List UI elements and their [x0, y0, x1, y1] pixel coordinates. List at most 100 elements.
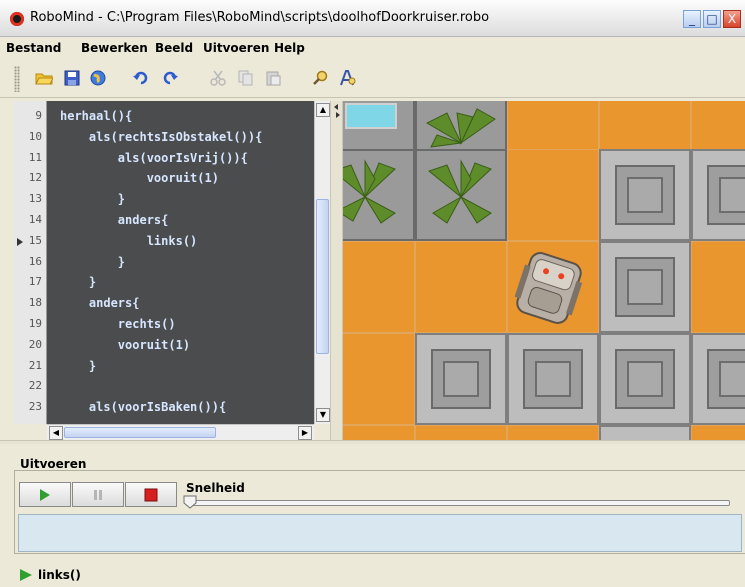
obstacle-tile	[599, 333, 691, 425]
obstacle-tile	[415, 333, 507, 425]
window-title: RoboMind - C:\Program Files\RoboMind\scr…	[30, 10, 490, 25]
floor-tile	[343, 333, 415, 425]
menu-bar: Bestand Bewerken Beeld Uitvoeren Help	[0, 37, 745, 60]
play-icon	[20, 569, 32, 581]
vertical-splitter[interactable]	[330, 101, 343, 440]
obstacle-tile	[599, 425, 691, 440]
obstacle-tile	[599, 149, 691, 241]
line-number: 14	[28, 213, 42, 226]
line-number: 23	[28, 400, 42, 414]
obstacle-tile	[507, 333, 599, 425]
line-number: 22	[28, 379, 42, 393]
pause-button[interactable]	[72, 482, 124, 507]
code-line[interactable]: }	[60, 359, 96, 373]
code-line[interactable]: links()	[60, 234, 198, 248]
stop-icon	[144, 488, 158, 501]
line-number: 19	[28, 317, 42, 330]
open-folder-icon[interactable]	[34, 67, 54, 89]
plant-tile	[415, 149, 507, 241]
code-line[interactable]: als(rechtsIsObstakel()){	[60, 130, 262, 144]
splitter-arrows-icon[interactable]	[332, 103, 342, 119]
speed-slider-thumb[interactable]	[183, 495, 197, 509]
redo-icon[interactable]	[160, 67, 180, 89]
code-line[interactable]: anders{	[60, 296, 140, 310]
line-number: 20	[28, 337, 42, 351]
find-icon[interactable]	[310, 67, 330, 89]
code-line[interactable]: vooruit(1)	[60, 171, 219, 185]
line-number: 21	[28, 358, 42, 372]
editor-horizontal-scrollbar[interactable]: ◀ ▶	[47, 424, 314, 441]
code-line[interactable]: }	[60, 255, 125, 269]
toolbar-grip[interactable]	[14, 66, 20, 92]
code-line[interactable]: als(voorIsVrij()){	[60, 151, 248, 165]
output-area	[18, 514, 742, 552]
code-line[interactable]: als(voorIsBaken()){	[60, 400, 226, 414]
code-editor[interactable]: 9 herhaal(){ 10 als(rechtsIsObstakel()){ 11…	[14, 101, 314, 424]
save-icon[interactable]	[62, 67, 82, 89]
menu-bestand[interactable]: Bestand	[6, 41, 61, 55]
floor-tile	[343, 241, 415, 333]
line-number: 10	[28, 129, 42, 143]
stop-button[interactable]	[125, 482, 177, 507]
floor-tile	[691, 241, 745, 333]
robot-icon	[515, 252, 583, 324]
editor-vertical-scrollbar[interactable]: ▲ ▼	[314, 101, 331, 424]
scroll-left-button[interactable]: ◀	[49, 426, 63, 440]
vertical-scroll-thumb[interactable]	[316, 199, 329, 354]
play-icon	[40, 488, 50, 501]
code-line[interactable]: rechts()	[60, 317, 176, 331]
obstacle-tile	[599, 241, 691, 333]
line-number: 9	[35, 109, 42, 122]
menu-help[interactable]: Help	[274, 41, 305, 55]
line-number: 18	[28, 296, 42, 310]
status-text: links()	[38, 568, 81, 582]
line-number: 16	[28, 254, 42, 268]
cut-icon[interactable]	[208, 67, 228, 89]
code-line[interactable]: }	[60, 275, 96, 289]
horizontal-scroll-thumb[interactable]	[64, 427, 216, 438]
floor-tile	[343, 425, 415, 440]
scroll-up-button[interactable]: ▲	[316, 103, 330, 117]
close-button[interactable]: X	[723, 10, 741, 28]
play-button[interactable]	[19, 482, 71, 507]
robomind-app-icon	[10, 12, 24, 26]
code-line[interactable]: anders{	[60, 213, 169, 227]
undo-icon[interactable]	[131, 67, 151, 89]
code-line[interactable]: vooruit(1)	[60, 338, 190, 352]
toolbar	[0, 61, 745, 98]
plant-tile	[343, 149, 415, 241]
speed-slider-track[interactable]	[186, 500, 730, 506]
code-line[interactable]: herhaal(){	[60, 109, 132, 123]
floor-tile	[691, 425, 745, 440]
replace-icon[interactable]	[338, 67, 358, 89]
line-number: 12	[28, 171, 42, 185]
menu-beeld[interactable]: Beeld	[155, 41, 193, 55]
floor-tile	[415, 425, 507, 440]
run-panel-title: Uitvoeren	[20, 457, 87, 471]
floor-tile	[415, 241, 507, 333]
globe-icon[interactable]	[88, 67, 108, 89]
plant-icon	[427, 159, 492, 224]
menu-bewerken[interactable]: Bewerken	[81, 41, 148, 55]
line-number: 11	[28, 150, 42, 164]
scroll-right-button[interactable]: ▶	[298, 426, 312, 440]
title-bar: RoboMind - C:\Program Files\RoboMind\scr…	[0, 0, 745, 37]
current-line-marker-icon	[17, 238, 23, 246]
plant-icon	[343, 159, 396, 224]
menu-uitvoeren[interactable]: Uitvoeren	[203, 41, 269, 55]
obstacle-tile	[691, 149, 745, 241]
paste-icon[interactable]	[263, 67, 283, 89]
maximize-button[interactable]: □	[703, 10, 721, 28]
floor-tile	[507, 425, 599, 440]
line-number: 13	[28, 192, 42, 206]
speed-label: Snelheid	[186, 481, 245, 495]
floor-tile	[507, 149, 599, 241]
minimize-button[interactable]: _	[683, 10, 701, 28]
code-line[interactable]: }	[60, 192, 125, 206]
scroll-down-button[interactable]: ▼	[316, 408, 330, 422]
status-bar: links()	[20, 568, 81, 582]
pause-icon	[94, 489, 102, 500]
line-number: 17	[28, 275, 42, 289]
obstacle-tile	[691, 333, 745, 425]
copy-icon[interactable]	[236, 67, 256, 89]
